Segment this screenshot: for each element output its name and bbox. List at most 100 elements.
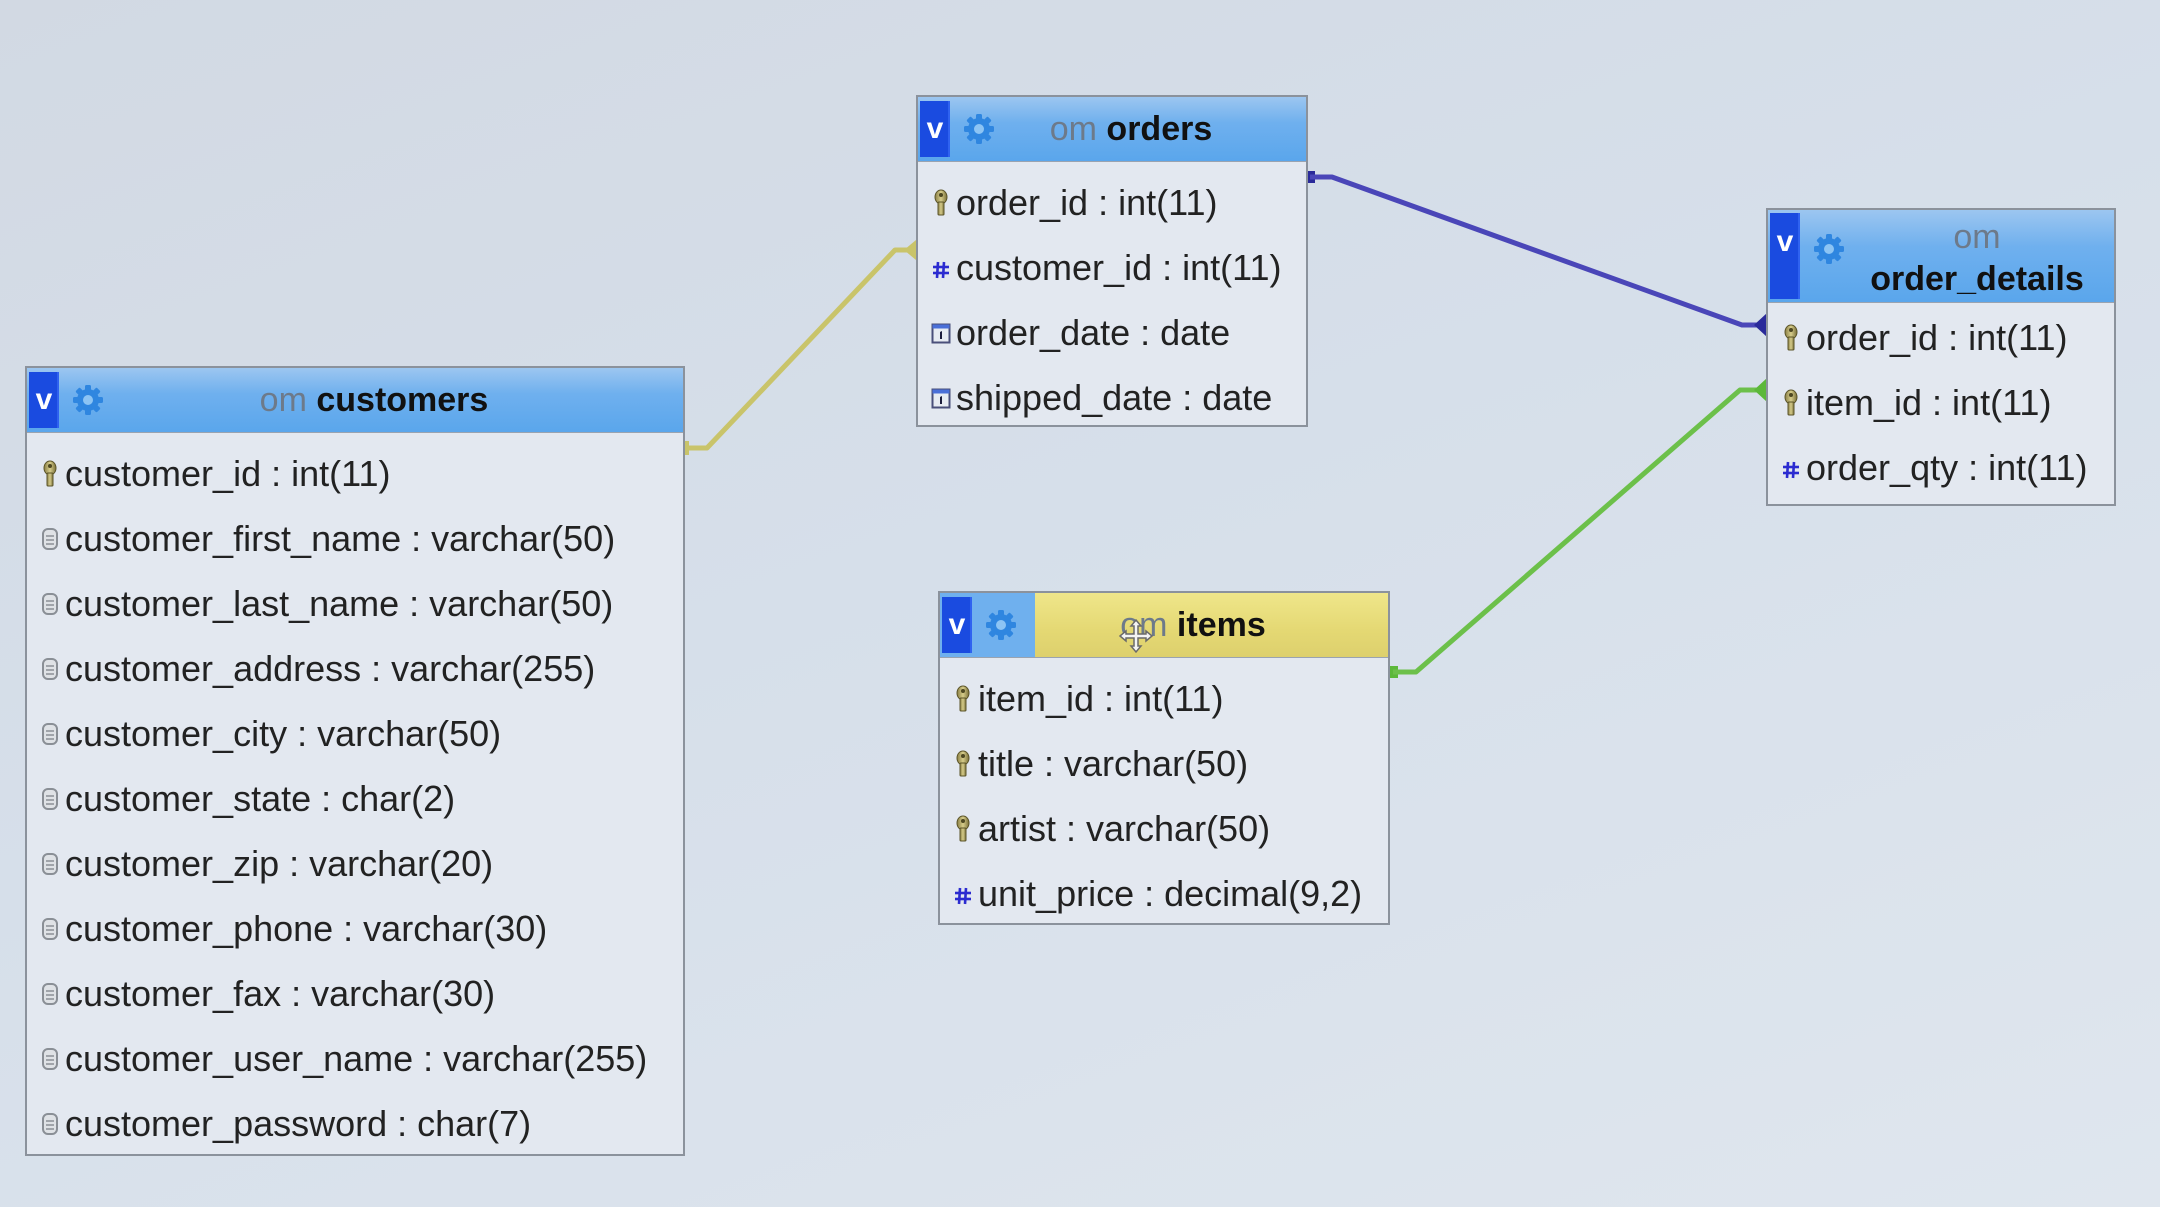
text-column-icon — [39, 524, 61, 554]
column-label: customer_address : varchar(255) — [65, 647, 596, 689]
gear-icon[interactable] — [962, 112, 996, 146]
table-name: orders — [1106, 109, 1213, 148]
column-list: order_id : int(11) item_id : int(11) order… — [1768, 303, 2114, 506]
column-row[interactable]: customer_zip : varchar(20) — [27, 831, 683, 896]
column-label: order_id : int(11) — [956, 181, 1218, 223]
primary-key-icon — [952, 749, 974, 779]
primary-key-icon — [1780, 323, 1802, 353]
column-label: customer_password : char(7) — [65, 1102, 532, 1144]
column-row[interactable]: order_id : int(11) — [1768, 305, 2114, 370]
relation-orders-order-details[interactable] — [1305, 171, 1767, 337]
column-row[interactable]: customer_user_name : varchar(255) — [27, 1026, 683, 1091]
relation-customers-orders[interactable] — [679, 240, 916, 455]
column-row[interactable]: item_id : int(11) — [940, 666, 1388, 731]
column-row[interactable]: shipped_date : date — [918, 365, 1306, 430]
text-column-icon — [39, 784, 61, 814]
database-name: om — [259, 380, 307, 419]
column-row[interactable]: artist : varchar(50) — [940, 796, 1388, 861]
toggle-columns-button[interactable]: v — [920, 101, 950, 157]
relation-line[interactable] — [1393, 387, 1765, 675]
column-row[interactable]: customer_phone : varchar(30) — [27, 896, 683, 961]
column-label: customer_phone : varchar(30) — [65, 907, 548, 949]
column-row[interactable]: customer_id : int(11) — [27, 441, 683, 506]
table-name: customers — [316, 380, 489, 419]
table-title: om items — [1018, 606, 1388, 645]
text-column-icon — [39, 589, 61, 619]
table-name: order_details — [1870, 260, 2084, 298]
column-row[interactable]: customer_id : int(11) — [918, 235, 1306, 300]
gear-icon[interactable] — [1812, 232, 1846, 266]
toggle-columns-button[interactable]: v — [1770, 213, 1800, 299]
column-row[interactable]: order_date : date — [918, 300, 1306, 365]
database-name: om — [1049, 109, 1097, 148]
table-customers[interactable]: v om customers customer_id : int(11) cust… — [25, 366, 685, 1156]
column-row[interactable]: order_id : int(11) — [918, 170, 1306, 235]
gear-icon[interactable] — [984, 608, 1018, 642]
column-label: customer_state : char(2) — [65, 777, 456, 819]
column-label: customer_zip : varchar(20) — [65, 842, 494, 884]
text-column-icon — [39, 849, 61, 879]
table-title: om customers — [105, 381, 683, 420]
primary-key-icon — [952, 814, 974, 844]
text-column-icon — [39, 979, 61, 1009]
designer-canvas[interactable]: v om customers customer_id : int(11) cust… — [0, 0, 2160, 1207]
column-row[interactable]: customer_city : varchar(50) — [27, 701, 683, 766]
primary-key-icon — [39, 459, 61, 489]
column-row[interactable]: item_id : int(11) — [1768, 370, 2114, 435]
table-header[interactable]: v om items — [940, 593, 1388, 658]
database-name: om — [1953, 218, 2001, 256]
primary-key-icon — [952, 684, 974, 714]
column-label: order_date : date — [956, 311, 1231, 353]
column-row[interactable]: customer_fax : varchar(30) — [27, 961, 683, 1026]
table-header[interactable]: v om customers — [27, 368, 683, 433]
move-cursor-icon — [1118, 618, 1154, 654]
column-row[interactable]: order_qty : int(11) — [1768, 435, 2114, 500]
toggle-columns-button[interactable]: v — [29, 372, 59, 428]
gear-icon[interactable] — [71, 383, 105, 417]
column-label: item_id : int(11) — [1806, 381, 2052, 423]
column-row[interactable]: customer_password : char(7) — [27, 1091, 683, 1156]
column-label: customer_id : int(11) — [956, 246, 1282, 288]
toggle-columns-button[interactable]: v — [942, 597, 972, 653]
column-label: shipped_date : date — [956, 376, 1273, 418]
column-label: unit_price : decimal(9,2) — [978, 872, 1363, 914]
relation-end-marker — [904, 240, 916, 260]
column-row[interactable]: title : varchar(50) — [940, 731, 1388, 796]
relation-line[interactable] — [1310, 174, 1765, 328]
column-row[interactable]: customer_last_name : varchar(50) — [27, 571, 683, 636]
table-items[interactable]: v om items item_id : int(11) title : varc… — [938, 591, 1390, 925]
numeric-column-icon — [1780, 453, 1802, 483]
column-label: artist : varchar(50) — [978, 807, 1271, 849]
relation-line[interactable] — [684, 247, 915, 451]
text-column-icon — [39, 654, 61, 684]
relation-items-order-details[interactable] — [1388, 378, 1767, 678]
column-label: customer_city : varchar(50) — [65, 712, 502, 754]
primary-key-icon — [930, 188, 952, 218]
column-list: item_id : int(11) title : varchar(50) arti… — [940, 658, 1388, 932]
column-list: order_id : int(11) customer_id : int(11) o… — [918, 162, 1306, 436]
text-column-icon — [39, 1044, 61, 1074]
column-label: customer_id : int(11) — [65, 452, 391, 494]
column-label: customer_first_name : varchar(50) — [65, 517, 616, 559]
table-name: items — [1176, 605, 1266, 644]
column-label: order_qty : int(11) — [1806, 446, 2088, 488]
table-header[interactable]: v om order_details — [1768, 210, 2114, 303]
text-column-icon — [39, 1109, 61, 1139]
column-row[interactable]: customer_state : char(2) — [27, 766, 683, 831]
table-order-details[interactable]: v om order_details order_id : int(11) ite… — [1766, 208, 2116, 506]
date-column-icon — [930, 383, 952, 413]
column-label: title : varchar(50) — [978, 742, 1249, 784]
column-row[interactable]: customer_first_name : varchar(50) — [27, 506, 683, 571]
column-row[interactable]: customer_address : varchar(255) — [27, 636, 683, 701]
column-label: order_id : int(11) — [1806, 316, 2068, 358]
text-column-icon — [39, 719, 61, 749]
column-list: customer_id : int(11) customer_first_name… — [27, 433, 683, 1162]
primary-key-icon — [1780, 388, 1802, 418]
table-header[interactable]: v om orders — [918, 97, 1306, 162]
table-title: om orders — [996, 110, 1306, 149]
numeric-column-icon — [930, 253, 952, 283]
column-row[interactable]: unit_price : decimal(9,2) — [940, 861, 1388, 926]
table-title: om order_details — [1846, 210, 2114, 300]
column-label: customer_user_name : varchar(255) — [65, 1037, 648, 1079]
table-orders[interactable]: v om orders order_id : int(11) customer_i… — [916, 95, 1308, 427]
